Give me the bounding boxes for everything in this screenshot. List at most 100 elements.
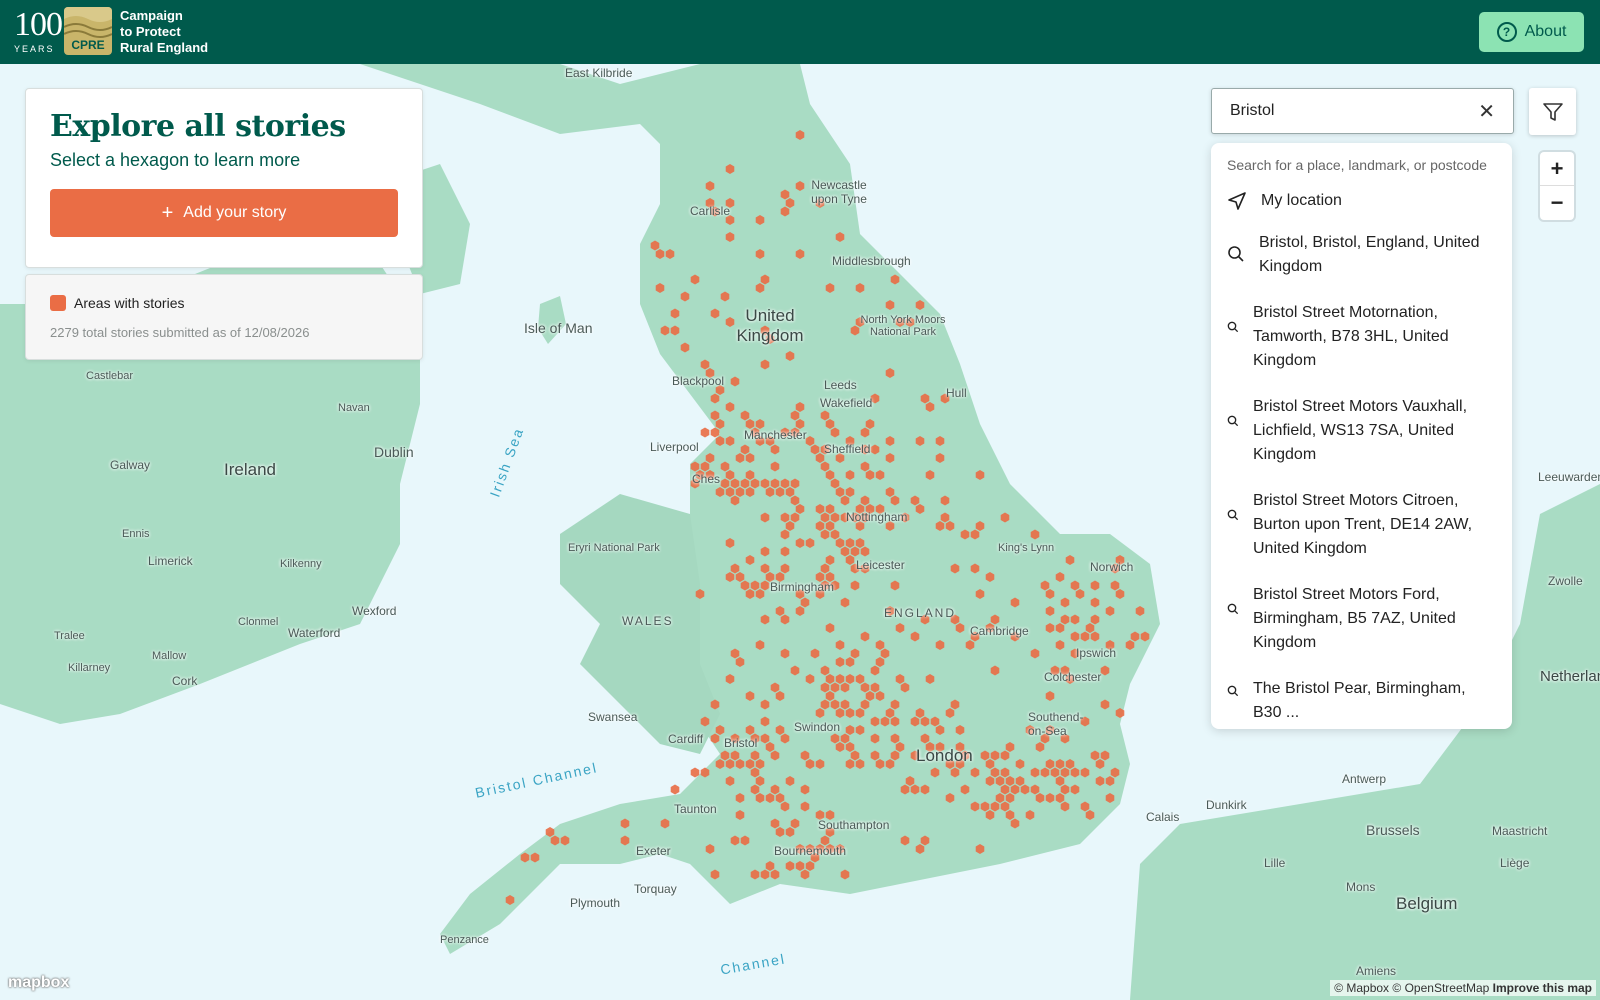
panel-title: Explore all stories [50, 109, 346, 144]
add-story-button[interactable]: + Add your story [50, 189, 398, 237]
place-east-kilbride: East Kilbride [565, 66, 633, 80]
place-swindon: Swindon [794, 720, 841, 734]
my-location-option[interactable]: My location [1227, 191, 1496, 211]
search-result[interactable]: Bristol Street Motornation, Tamworth, B7… [1227, 301, 1496, 373]
search-result[interactable]: The Bristol Pear, Birmingham, B30 ... [1227, 677, 1496, 725]
place-brussels: Brussels [1366, 822, 1420, 838]
map-legend: Areas with stories 2279 total stories su… [25, 274, 423, 360]
place-sheffield: Sheffield [824, 442, 871, 456]
zoom-in-button[interactable]: + [1540, 152, 1574, 186]
search-result[interactable]: Bristol Street Motors Ford, Birmingham, … [1227, 583, 1496, 655]
logo-number: 100 [14, 6, 63, 43]
place-wakefield: Wakefield [820, 396, 873, 410]
place-mallow: Mallow [152, 650, 187, 662]
mapbox-logo[interactable]: mapbox [8, 974, 69, 992]
logo-years: YEARS [14, 44, 55, 54]
search-icon [1227, 415, 1239, 427]
place-lille: Lille [1264, 856, 1286, 870]
attr-osm[interactable]: © OpenStreetMap [1392, 981, 1489, 995]
place-newcastle: Newcastle upon Tyne [811, 178, 867, 206]
cpre-logo[interactable]: CPRE [64, 7, 112, 55]
attr-mapbox[interactable]: © Mapbox [1334, 981, 1389, 995]
place-cambridge: Cambridge [970, 624, 1029, 638]
place-bournemouth: Bournemouth [774, 844, 847, 858]
filter-button[interactable] [1529, 88, 1576, 135]
search-result-label: Bristol Street Motors Vauxhall, Lichfiel… [1253, 398, 1468, 463]
search-box: ✕ [1211, 88, 1514, 134]
search-icon [1227, 603, 1239, 615]
help-icon: ? [1496, 22, 1517, 42]
place-cork: Cork [172, 674, 198, 688]
place-killarney: Killarney [68, 662, 111, 674]
about-label: About [1524, 23, 1567, 40]
place-wales: WALES [622, 614, 674, 628]
close-icon[interactable]: ✕ [1478, 99, 1495, 124]
place-southampton: Southampton [818, 818, 890, 832]
place-navan: Navan [338, 402, 370, 414]
place-maastricht: Maastricht [1492, 824, 1548, 838]
place-plymouth: Plymouth [570, 896, 621, 910]
search-result[interactable]: Bristol, Bristol, England, United Kingdo… [1227, 231, 1496, 279]
place-exeter: Exeter [636, 844, 671, 858]
place-mons: Mons [1346, 880, 1376, 894]
place-dunkirk: Dunkirk [1206, 798, 1247, 812]
org-name-line1: Campaign [120, 8, 183, 23]
place-blackpool: Blackpool [672, 374, 725, 388]
search-result-label: Bristol, Bristol, England, United Kingdo… [1259, 234, 1480, 275]
place-clonmel: Clonmel [238, 616, 279, 628]
story-count: 2279 total stories submitted as of 12/08… [50, 325, 310, 340]
place-nottingham: Nottingham [846, 510, 908, 524]
legend-label: Areas with stories [74, 295, 185, 311]
search-result-label: Bristol Street Motors Citroen, Burton up… [1253, 492, 1473, 557]
search-result-label: The Bristol Pear, Birmingham, B30 ... [1253, 680, 1466, 721]
org-name-line2: to Protect [120, 24, 181, 39]
search-icon [1227, 509, 1239, 521]
org-name: Campaign to Protect Rural England [120, 8, 208, 56]
search-input[interactable] [1230, 102, 1450, 120]
place-kings-lynn: King's Lynn [998, 542, 1055, 554]
search-dropdown: Search for a place, landmark, or postcod… [1211, 143, 1512, 729]
place-belgium: Belgium [1396, 894, 1458, 913]
place-southend: Southend-on-Sea [1028, 710, 1084, 738]
app-header: 100 YEARS CPRE Campaign to Protect Rural… [0, 0, 1600, 64]
panel-subtitle: Select a hexagon to learn more [50, 150, 301, 170]
about-button[interactable]: ? About [1479, 12, 1584, 52]
place-north-york-moors: North York Moors National Park [860, 314, 946, 338]
map-attribution: © Mapbox © OpenStreetMap Improve this ma… [1330, 980, 1596, 996]
place-bristol: Bristol [724, 736, 758, 750]
place-galway: Galway [110, 458, 151, 472]
navigation-arrow-icon [1228, 192, 1246, 210]
place-england: ENGLAND [884, 606, 957, 620]
place-leicester: Leicester [856, 558, 905, 572]
place-liege: Liège [1500, 856, 1530, 870]
filter-icon [1542, 102, 1563, 121]
search-result-label: Bristol Street Motors Ford, Birmingham, … [1253, 586, 1456, 651]
place-torquay: Torquay [634, 882, 677, 896]
place-cardiff: Cardiff [668, 732, 704, 746]
zoom-controls: + − [1540, 152, 1574, 220]
search-result[interactable]: Bristol Street Motors Citroen, Burton up… [1227, 489, 1496, 561]
place-waterford: Waterford [288, 626, 341, 640]
search-icon [1228, 246, 1244, 262]
place-chester: Ches [692, 472, 721, 486]
place-penzance: Penzance [440, 934, 489, 946]
place-united-kingdom: United Kingdom [736, 306, 804, 345]
place-swansea: Swansea [588, 710, 638, 724]
place-dublin: Dublin [374, 444, 414, 460]
place-leeds: Leeds [824, 378, 857, 392]
place-eryri: Eryri National Park [568, 542, 660, 554]
place-middlesbrough: Middlesbrough [832, 254, 911, 268]
place-antwerp: Antwerp [1342, 772, 1387, 786]
org-name-line3: Rural England [120, 40, 209, 55]
place-castlebar: Castlebar [86, 370, 134, 382]
place-amiens: Amiens [1356, 964, 1397, 978]
search-icon [1227, 321, 1239, 333]
place-colchester: Colchester [1044, 670, 1102, 684]
zoom-out-button[interactable]: − [1540, 186, 1574, 220]
search-icon [1227, 685, 1239, 697]
place-london: London [916, 746, 973, 765]
place-ireland: Ireland [224, 460, 276, 479]
search-result[interactable]: Bristol Street Motors Vauxhall, Lichfiel… [1227, 395, 1496, 467]
cpre-logo-text: CPRE [71, 38, 105, 52]
attr-improve[interactable]: Improve this map [1493, 981, 1592, 995]
